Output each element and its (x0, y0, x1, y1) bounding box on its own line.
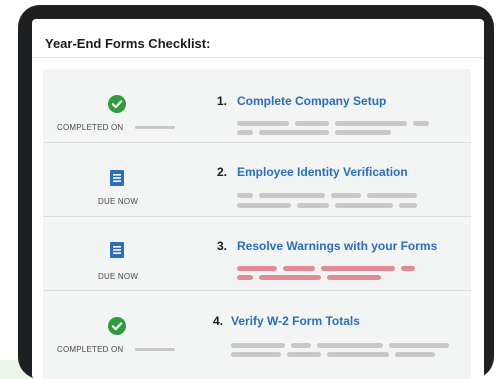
step-title-link[interactable]: Verify W-2 Form Totals (231, 314, 360, 328)
status-label: DUE NOW (98, 272, 139, 281)
step-number: 1. (217, 94, 228, 108)
status-label: COMPLETED ON (57, 123, 124, 132)
text-placeholder-bar (389, 343, 449, 348)
tablet-screen: Year-End Forms Checklist: COMPLETED ON 1… (32, 19, 484, 379)
document-icon (110, 242, 124, 258)
warning-placeholder-bar (237, 266, 277, 271)
text-placeholder-bar (335, 203, 393, 208)
step-number: 4. (213, 314, 224, 328)
date-placeholder (135, 126, 175, 129)
step-title-link[interactable]: Resolve Warnings with your Forms (237, 239, 437, 253)
text-placeholder-bar (367, 193, 417, 198)
text-placeholder-bar (335, 121, 407, 126)
text-placeholder-bar (259, 193, 325, 198)
text-placeholder-bar (331, 193, 361, 198)
document-icon (110, 170, 124, 186)
text-placeholder-bar (335, 130, 391, 135)
text-placeholder-bar (231, 343, 285, 348)
checklist-step-3[interactable]: DUE NOW 3. Resolve Warnings with your Fo… (43, 217, 471, 291)
checklist-step-4[interactable]: COMPLETED ON 4. Verify W-2 Form Totals (43, 291, 471, 379)
warning-placeholder-bar (259, 275, 321, 280)
checklist-header: Year-End Forms Checklist: (32, 19, 484, 58)
warning-placeholder-bar (401, 266, 415, 271)
step-number: 2. (217, 165, 228, 179)
tablet-frame: Year-End Forms Checklist: COMPLETED ON 1… (18, 5, 494, 379)
text-placeholder-bar (237, 130, 253, 135)
checklist-list: COMPLETED ON 1. Complete Company Setup D… (43, 69, 471, 379)
text-placeholder-bar (237, 121, 289, 126)
text-placeholder-bar (237, 203, 291, 208)
step-status-area: COMPLETED ON (43, 69, 193, 143)
text-placeholder-bar (317, 343, 383, 348)
status-label: DUE NOW (98, 197, 139, 206)
check-circle-icon (108, 317, 126, 335)
text-placeholder-bar (291, 343, 311, 348)
step-status-area: COMPLETED ON (43, 291, 193, 365)
warning-placeholder-bar (283, 266, 315, 271)
checklist-step-1[interactable]: COMPLETED ON 1. Complete Company Setup (43, 69, 471, 143)
text-placeholder-bar (297, 203, 329, 208)
step-number: 3. (217, 239, 228, 253)
step-status-area: DUE NOW (43, 143, 193, 217)
text-placeholder-bar (287, 352, 321, 357)
status-label: COMPLETED ON (57, 345, 124, 354)
text-placeholder-bar (399, 203, 417, 208)
text-placeholder-bar (395, 352, 435, 357)
warning-placeholder-bar (327, 275, 381, 280)
step-title-link[interactable]: Complete Company Setup (237, 94, 386, 108)
warning-placeholder-bar (321, 266, 395, 271)
page-title: Year-End Forms Checklist: (45, 36, 211, 51)
text-placeholder-bar (231, 352, 281, 357)
date-placeholder (135, 348, 175, 351)
step-title-link[interactable]: Employee Identity Verification (237, 165, 408, 179)
step-status-area: DUE NOW (43, 217, 193, 291)
check-circle-icon (108, 95, 126, 113)
text-placeholder-bar (295, 121, 329, 126)
checklist-step-2[interactable]: DUE NOW 2. Employee Identity Verificatio… (43, 143, 471, 217)
text-placeholder-bar (413, 121, 429, 126)
text-placeholder-bar (259, 130, 329, 135)
text-placeholder-bar (237, 193, 253, 198)
text-placeholder-bar (327, 352, 389, 357)
warning-placeholder-bar (237, 275, 253, 280)
